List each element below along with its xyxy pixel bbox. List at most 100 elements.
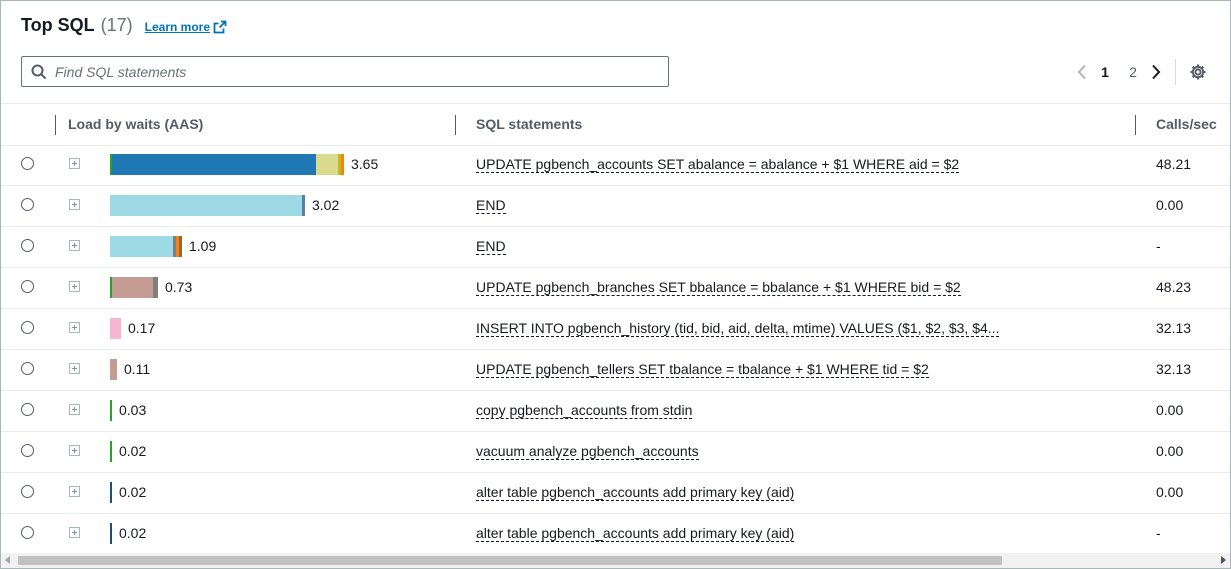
row-select-radio[interactable]	[21, 362, 34, 375]
load-bar-segment[interactable]	[153, 277, 158, 298]
pagination: 1 2	[1073, 59, 1208, 85]
expand-row-icon[interactable]	[69, 240, 80, 251]
expand-row-icon[interactable]	[69, 199, 80, 210]
load-bar	[110, 359, 117, 380]
expand-row-icon[interactable]	[69, 363, 80, 374]
load-bar-segment[interactable]	[110, 359, 117, 380]
sql-statement-link[interactable]: UPDATE pgbench_tellers SET tbalance = tb…	[476, 361, 929, 378]
calls-per-sec: 32.13	[1156, 320, 1192, 336]
column-separator[interactable]	[455, 115, 456, 135]
table-row: 3.02 END 0.00	[1, 185, 1230, 227]
load-bar-segment[interactable]	[110, 318, 121, 339]
sql-statement-link[interactable]: copy pgbench_accounts from stdin	[476, 402, 693, 419]
preferences-button[interactable]	[1188, 62, 1208, 82]
sql-statement-link[interactable]: alter table pgbench_accounts add primary…	[476, 525, 795, 542]
load-bar-segment[interactable]	[179, 236, 182, 257]
load-bar-segment[interactable]	[302, 195, 305, 216]
expand-row-icon[interactable]	[69, 445, 80, 456]
calls-per-sec: 0.00	[1156, 402, 1184, 418]
load-bar-segment[interactable]	[110, 400, 112, 421]
search-box	[21, 56, 669, 87]
horizontal-scrollbar[interactable]	[1, 553, 1230, 568]
table-row: 0.73 UPDATE pgbench_branches SET bbalance…	[1, 267, 1230, 309]
expand-row-icon[interactable]	[69, 527, 80, 538]
load-bar-segment[interactable]	[316, 154, 338, 175]
load-bar-segment[interactable]	[110, 523, 112, 544]
load-bar	[110, 318, 121, 339]
sql-statement-link[interactable]: END	[476, 238, 506, 255]
chevron-right-icon	[1152, 64, 1161, 80]
expand-row-icon[interactable]	[69, 486, 80, 497]
load-value: 0.73	[165, 279, 193, 295]
sql-statement-link[interactable]: INSERT INTO pgbench_history (tid, bid, a…	[476, 320, 1000, 337]
load-value: 3.02	[312, 197, 340, 213]
table-row: 1.09 END -	[1, 226, 1230, 268]
column-separator[interactable]	[1135, 115, 1136, 135]
scroll-left-icon[interactable]	[5, 556, 10, 564]
expand-row-icon[interactable]	[69, 404, 80, 415]
sql-statement-link[interactable]: END	[476, 197, 506, 214]
search-icon	[31, 64, 47, 80]
learn-more-label: Learn more	[144, 20, 211, 34]
load-bar-segment[interactable]	[110, 236, 173, 257]
sql-statement-link[interactable]: vacuum analyze pgbench_accounts	[476, 443, 699, 460]
page-1-button[interactable]: 1	[1091, 64, 1119, 80]
table-row: 0.03 copy pgbench_accounts from stdin 0.00	[1, 390, 1230, 432]
column-header-load[interactable]: Load by waits (AAS)	[68, 104, 203, 145]
table-row: 0.02 alter table pgbench_accounts add pri…	[1, 513, 1230, 555]
table-header: Load by waits (AAS) SQL statements Calls…	[1, 103, 1230, 146]
calls-per-sec: -	[1156, 525, 1161, 541]
load-bar-segment[interactable]	[112, 277, 153, 298]
row-select-radio[interactable]	[21, 526, 34, 539]
expand-row-icon[interactable]	[69, 158, 80, 169]
sql-statement-link[interactable]: UPDATE pgbench_branches SET bbalance = b…	[476, 279, 961, 296]
expand-row-icon[interactable]	[69, 322, 80, 333]
load-bar	[110, 482, 112, 503]
table-row: 0.11 UPDATE pgbench_tellers SET tbalance …	[1, 349, 1230, 391]
row-select-radio[interactable]	[21, 280, 34, 293]
column-header-calls[interactable]: Calls/sec	[1156, 104, 1217, 145]
load-bar-segment[interactable]	[112, 154, 316, 175]
expand-row-icon[interactable]	[69, 281, 80, 292]
scroll-right-icon[interactable]	[1221, 556, 1226, 564]
load-value: 0.02	[119, 443, 147, 459]
row-select-radio[interactable]	[21, 198, 34, 211]
learn-more-link[interactable]: Learn more	[145, 20, 227, 34]
top-sql-panel: Top SQL (17) Learn more 1 2	[0, 0, 1231, 569]
load-bar	[110, 523, 112, 544]
row-select-radio[interactable]	[21, 444, 34, 457]
load-value: 0.02	[119, 525, 147, 541]
row-select-radio[interactable]	[21, 321, 34, 334]
load-bar	[110, 400, 112, 421]
chevron-left-icon	[1077, 64, 1086, 80]
previous-page-button[interactable]	[1073, 61, 1091, 83]
load-bar-segment[interactable]	[110, 195, 302, 216]
pager-divider	[1175, 59, 1176, 85]
calls-per-sec: 48.23	[1156, 279, 1192, 295]
load-bar-segment[interactable]	[341, 154, 344, 175]
column-separator	[55, 115, 56, 135]
search-input[interactable]	[53, 62, 637, 81]
calls-per-sec: 32.13	[1156, 361, 1192, 377]
row-select-radio[interactable]	[21, 157, 34, 170]
calls-per-sec: 0.00	[1156, 484, 1184, 500]
calls-per-sec: 0.00	[1156, 443, 1184, 459]
scrollbar-thumb[interactable]	[18, 556, 1002, 565]
column-header-sql[interactable]: SQL statements	[476, 104, 582, 145]
sql-statement-link[interactable]: UPDATE pgbench_accounts SET abalance = a…	[476, 156, 960, 173]
load-bar-segment[interactable]	[110, 441, 112, 462]
next-page-button[interactable]	[1147, 61, 1165, 83]
gear-icon	[1190, 64, 1206, 80]
page-2-button[interactable]: 2	[1119, 64, 1147, 80]
row-select-radio[interactable]	[21, 239, 34, 252]
table-row: 0.02 alter table pgbench_accounts add pri…	[1, 472, 1230, 514]
row-select-radio[interactable]	[21, 403, 34, 416]
load-value: 1.09	[189, 238, 217, 254]
sql-statement-link[interactable]: alter table pgbench_accounts add primary…	[476, 484, 795, 501]
load-bar-segment[interactable]	[110, 482, 112, 503]
row-select-radio[interactable]	[21, 485, 34, 498]
panel-title: Top SQL	[21, 15, 95, 35]
table-row: 0.17 INSERT INTO pgbench_history (tid, bi…	[1, 308, 1230, 350]
calls-per-sec: 0.00	[1156, 197, 1184, 213]
load-bar	[110, 195, 305, 216]
